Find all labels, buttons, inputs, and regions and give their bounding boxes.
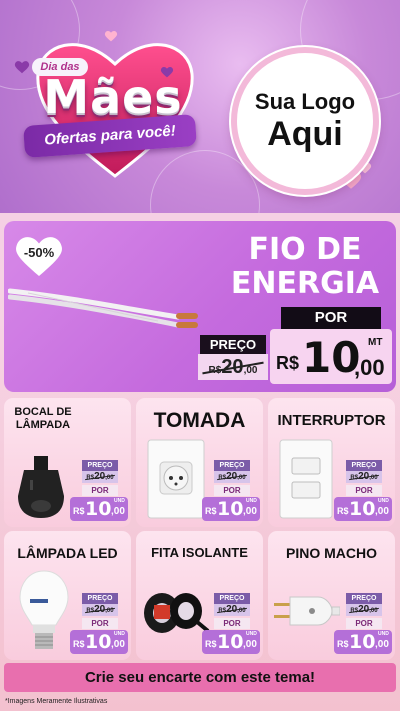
price-dec: ,00 xyxy=(111,506,125,517)
featured-product-card[interactable]: -50% FIO DE ENERGIA PREÇO R$20,00 POR R$… xyxy=(4,221,396,392)
product-name: FITA ISOLANTE xyxy=(151,545,248,560)
logo-placeholder[interactable]: Sua Logo Aqui xyxy=(231,47,379,195)
create-flyer-button[interactable]: Crie seu encarte com este tema! xyxy=(4,663,396,692)
featured-product-name: FIO DE ENERGIA xyxy=(220,233,390,301)
product-name: BOCAL DE LÂMPADA xyxy=(14,406,72,431)
price-int: 10 xyxy=(85,631,112,653)
unit: UND xyxy=(378,498,389,504)
led-bulb-image xyxy=(19,570,69,649)
currency: R$ xyxy=(205,639,217,649)
price-dec: ,00 xyxy=(375,639,389,650)
old-price: R$20,00 xyxy=(346,471,382,483)
light-switch-image xyxy=(279,439,333,519)
preco-label: PREÇO xyxy=(82,460,118,471)
product-card-lampada-led[interactable]: LÂMPADA LED PREÇO R$20,00 POR R$10,00 UND xyxy=(4,531,131,660)
featured-currency: R$ xyxy=(276,353,300,373)
price-int: 10 xyxy=(349,631,376,653)
unit: UND xyxy=(114,631,125,637)
outlet-image xyxy=(147,439,205,519)
por-label: POR xyxy=(214,485,250,496)
unit: UND xyxy=(246,631,257,637)
wire-image xyxy=(8,288,198,328)
preco-label: PREÇO xyxy=(82,593,118,604)
price-int: 10 xyxy=(85,498,112,520)
price-dec: ,00 xyxy=(243,506,257,517)
currency: R$ xyxy=(73,506,85,516)
price: R$ 10,00 UND xyxy=(202,630,260,654)
featured-price-dec: ,00 xyxy=(354,355,385,380)
price-dec: ,00 xyxy=(111,639,125,650)
product-card-pino-macho[interactable]: PINO MACHO PREÇO R$20,00 POR R$10,00 UND xyxy=(268,531,395,660)
featured-por-label: POR xyxy=(281,307,381,329)
price-dec: ,00 xyxy=(375,506,389,517)
price-int: 10 xyxy=(217,631,244,653)
product-card-tomada[interactable]: TOMADA PREÇO R$20,00 POR R$10,00 UND xyxy=(136,398,263,527)
old-price: R$20,00 xyxy=(82,604,118,616)
currency: R$ xyxy=(205,506,217,516)
preco-label: PREÇO xyxy=(214,460,250,471)
featured-preco-label: PREÇO xyxy=(200,335,266,354)
por-label: POR xyxy=(82,485,118,496)
por-label: POR xyxy=(82,618,118,629)
logo-text-line1: Sua Logo xyxy=(254,89,356,114)
featured-price: R$ 10 ,00 MT xyxy=(270,329,392,384)
featured-price-int: 10 xyxy=(302,333,361,382)
por-label: POR xyxy=(346,485,382,496)
por-label: POR xyxy=(214,618,250,629)
featured-name-line2: ENERGIA xyxy=(230,266,380,301)
price: R$ 10,00 UND xyxy=(334,497,392,521)
product-card-bocal[interactable]: BOCAL DE LÂMPADA PREÇO R$20,00 POR R$10,… xyxy=(4,398,131,527)
price: R$ 10,00 UND xyxy=(70,497,128,521)
product-name: PINO MACHO xyxy=(286,545,377,561)
price-int: 10 xyxy=(349,498,376,520)
product-card-fita-isolante[interactable]: FITA ISOLANTE PREÇO R$20,00 POR R$10,00 U… xyxy=(136,531,263,660)
currency: R$ xyxy=(337,639,349,649)
preco-label: PREÇO xyxy=(214,593,250,604)
currency: R$ xyxy=(73,639,85,649)
preco-label: PREÇO xyxy=(346,460,382,471)
preco-label: PREÇO xyxy=(346,593,382,604)
unit: UND xyxy=(246,498,257,504)
product-name: INTERRUPTOR xyxy=(277,412,386,429)
logo-text-line2: Aqui xyxy=(267,115,343,153)
price: R$ 10,00 UND xyxy=(70,630,128,654)
price-int: 10 xyxy=(217,498,244,520)
discount-badge: -50% xyxy=(23,245,55,260)
price: R$ 10,00 UND xyxy=(334,630,392,654)
plug-image xyxy=(274,596,340,626)
disclaimer-text: *Imagens Meramente Ilustrativas xyxy=(5,698,108,705)
old-price: R$20,00 xyxy=(214,471,250,483)
unit: UND xyxy=(378,631,389,637)
price-dec: ,00 xyxy=(243,639,257,650)
price: R$ 10,00 UND xyxy=(202,497,260,521)
lamp-socket-image xyxy=(18,456,64,518)
old-price: R$20,00 xyxy=(82,471,118,483)
featured-name-line1: FIO DE xyxy=(248,232,362,267)
por-label: POR xyxy=(346,618,382,629)
electrical-tape-image xyxy=(144,593,210,633)
old-price: R$20,00 xyxy=(346,604,382,616)
featured-unit: MT xyxy=(368,337,383,348)
product-card-interruptor[interactable]: INTERRUPTOR PREÇO R$20,00 POR R$10,00 UND xyxy=(268,398,395,527)
unit: UND xyxy=(114,498,125,504)
currency: R$ xyxy=(337,506,349,516)
header-banner: Dia das Mães Ofertas para você! Sua Logo… xyxy=(0,0,400,213)
featured-old-price: R$20,00 xyxy=(198,354,268,380)
product-name: TOMADA xyxy=(153,409,246,432)
product-name: LÂMPADA LED xyxy=(17,545,118,561)
old-price: R$20,00 xyxy=(214,604,250,616)
small-heart-icon xyxy=(104,30,118,42)
